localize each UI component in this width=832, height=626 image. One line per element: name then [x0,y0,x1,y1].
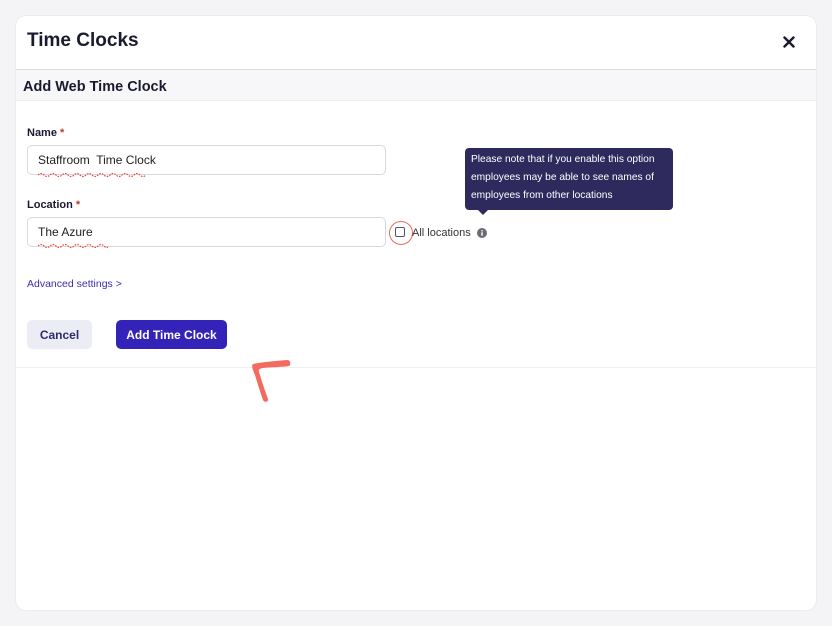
all-locations-label[interactable]: All locations [412,227,471,239]
time-clocks-modal: Time Clocks Add Web Time Clock Name* Loc… [16,16,816,610]
close-button[interactable] [778,31,800,53]
all-locations-checkbox[interactable] [395,227,405,237]
annotation-arrow-icon [252,360,291,402]
spellcheck-underline [38,172,147,178]
section-header: Add Web Time Clock [16,70,816,101]
modal-header: Time Clocks [16,16,816,70]
location-label: Location * [27,199,80,211]
name-label-text: Name [27,127,57,139]
close-icon [783,36,795,48]
section-title: Add Web Time Clock [23,79,167,95]
add-time-clock-button[interactable]: Add Time Clock [116,320,227,349]
required-marker: * [75,199,81,211]
spellcheck-underline [38,243,108,249]
location-label-text: Location [27,199,73,211]
name-label: Name * [27,127,64,139]
modal-title: Time Clocks [27,30,139,51]
cancel-button[interactable]: Cancel [27,320,92,349]
all-locations-tooltip: Please note that if you enable this opti… [465,148,673,210]
required-marker: * [59,127,65,139]
all-locations-checkbox-highlight [389,221,413,245]
advanced-settings-link[interactable]: Advanced settings > [27,278,122,290]
footer-divider [16,367,816,368]
tooltip-arrow [478,210,488,215]
info-icon[interactable] [477,228,487,238]
